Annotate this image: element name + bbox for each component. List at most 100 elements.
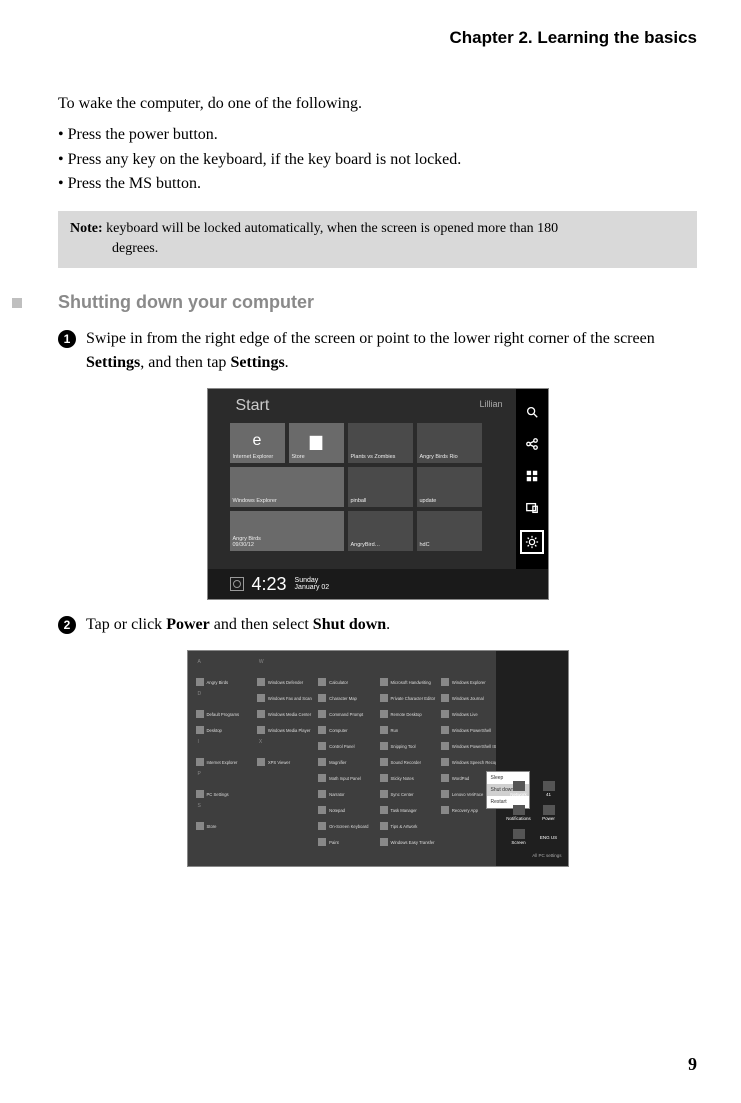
setting-label: Notifications: [506, 816, 531, 821]
app-item[interactable]: Store: [196, 819, 253, 833]
app-icon: [380, 710, 388, 718]
clock-icon: [230, 577, 244, 591]
notifications-setting[interactable]: Notifications: [506, 803, 532, 823]
step-text: Swipe in from the right edge of the scre…: [86, 330, 655, 347]
tile-wexp[interactable]: Windows Explorer: [230, 467, 344, 507]
app-label: Tips & Artwork: [391, 824, 418, 829]
app-label: Math Input Panel: [329, 776, 361, 781]
tile-pinball[interactable]: pinball: [348, 467, 413, 507]
setting-label: Screen: [511, 840, 525, 845]
tile-update[interactable]: update: [417, 467, 482, 507]
app-item[interactable]: Task Manager: [380, 803, 437, 817]
screenshot-start-screen: Start Lillian eInternet Explorer ▆Store …: [208, 389, 548, 599]
app-item[interactable]: XPS Viewer: [257, 755, 314, 769]
power-setting[interactable]: Power: [536, 803, 562, 823]
app-item[interactable]: Windows Easy Transfer: [380, 835, 437, 849]
app-item[interactable]: Remote Desktop: [380, 707, 437, 721]
section-bullet-icon: [12, 298, 22, 308]
app-item[interactable]: Computer: [318, 723, 375, 737]
app-label: Windows Journal: [452, 696, 484, 701]
start-charm[interactable]: [522, 466, 542, 486]
tile-angry[interactable]: Angry Birds Rio: [417, 423, 482, 463]
app-item[interactable]: Windows Media Center: [257, 707, 314, 721]
app-icon: [380, 838, 388, 846]
app-item[interactable]: Calculator: [318, 675, 375, 689]
app-item[interactable]: PC Settings: [196, 787, 253, 801]
app-label: Desktop: [207, 728, 222, 733]
app-item[interactable]: Windows Defender: [257, 675, 314, 689]
app-item[interactable]: Control Panel: [318, 739, 375, 753]
app-item[interactable]: Snipping Tool: [380, 739, 437, 753]
app-icon: [196, 822, 204, 830]
all-pc-settings[interactable]: All PC settings: [532, 853, 561, 858]
app-item[interactable]: Sync Center: [380, 787, 437, 801]
step-number-badge: 2: [58, 616, 76, 634]
step-2-text: Tap or click Power and then select Shut …: [86, 613, 390, 637]
tile-hdc[interactable]: hdC: [417, 511, 482, 551]
tile-extra[interactable]: Angry Birds 09/30/12: [230, 511, 344, 551]
app-item[interactable]: Tips & Artwork: [380, 819, 437, 833]
app-label: Windows Easy Transfer: [391, 840, 435, 845]
app-label: Windows Fax and Scan: [268, 696, 312, 701]
network-setting[interactable]: Network: [506, 779, 532, 799]
app-item[interactable]: Private Character Editor: [380, 691, 437, 705]
app-icon: [441, 710, 449, 718]
app-item[interactable]: Character Map: [318, 691, 375, 705]
screen-icon: [513, 829, 525, 839]
page-number: 9: [688, 1054, 697, 1075]
app-item[interactable]: Magnifier: [318, 755, 375, 769]
app-item[interactable]: Paint: [318, 835, 375, 849]
share-charm[interactable]: [522, 434, 542, 454]
app-label: Calculator: [329, 680, 348, 685]
app-label: Private Character Editor: [391, 696, 436, 701]
app-item[interactable]: Run: [380, 723, 437, 737]
app-item[interactable]: Windows Fax and Scan: [257, 691, 314, 705]
app-label: Sound Recorder: [391, 760, 422, 765]
tile-store[interactable]: ▆Store: [289, 423, 344, 463]
app-icon: [441, 726, 449, 734]
app-item[interactable]: Math Input Panel: [318, 771, 375, 785]
tile-plants[interactable]: Plants vs Zombies: [348, 423, 413, 463]
section-heading-text: Shutting down your computer: [58, 292, 314, 313]
tile-ie[interactable]: eInternet Explorer: [230, 423, 285, 463]
app-item[interactable]: Default Programs: [196, 707, 253, 721]
app-item[interactable]: Internet Explorer: [196, 755, 253, 769]
app-icon: [380, 822, 388, 830]
app-label: Windows PowerShell: [452, 728, 491, 733]
app-item[interactable]: On-Screen Keyboard: [318, 819, 375, 833]
app-item[interactable]: Windows Media Player: [257, 723, 314, 737]
apps-letter: P: [196, 771, 253, 785]
volume-setting[interactable]: 41: [536, 779, 562, 799]
app-item[interactable]: Narrator: [318, 787, 375, 801]
tile-label: update: [420, 498, 479, 504]
settings-charm[interactable]: [520, 530, 544, 554]
app-item[interactable]: Angry Birds: [196, 675, 253, 689]
search-icon: [525, 405, 539, 419]
app-item[interactable]: Sound Recorder: [380, 755, 437, 769]
search-charm[interactable]: [522, 402, 542, 422]
user-label: Lillian: [479, 399, 502, 409]
apps-letter: S: [196, 803, 253, 817]
tile-angryred[interactable]: AngryBird…: [348, 511, 413, 551]
wake-bullet-list: • Press the power button. • Press any ke…: [58, 123, 697, 197]
apps-letter: A: [196, 659, 253, 673]
note-text-2: degrees.: [70, 239, 685, 259]
step-text: Tap or click: [86, 616, 166, 633]
app-item[interactable]: Desktop: [196, 723, 253, 737]
app-icon: [318, 774, 326, 782]
step-1-text: Swipe in from the right edge of the scre…: [86, 327, 697, 375]
setting-label: 41: [546, 792, 551, 797]
app-label: PC Settings: [207, 792, 229, 797]
app-item[interactable]: Sticky Notes: [380, 771, 437, 785]
app-label: Paint: [329, 840, 339, 845]
app-item[interactable]: Command Prompt: [318, 707, 375, 721]
app-item[interactable]: Notepad: [318, 803, 375, 817]
app-item[interactable]: Microsoft Handwriting: [380, 675, 437, 689]
keyboard-setting[interactable]: ENG US: [536, 827, 562, 847]
setting-label: ENG US: [540, 835, 557, 840]
app-label: Windows Defender: [268, 680, 303, 685]
devices-charm[interactable]: [522, 498, 542, 518]
screen-setting[interactable]: Screen: [506, 827, 532, 847]
app-icon: [318, 806, 326, 814]
app-icon: [441, 774, 449, 782]
